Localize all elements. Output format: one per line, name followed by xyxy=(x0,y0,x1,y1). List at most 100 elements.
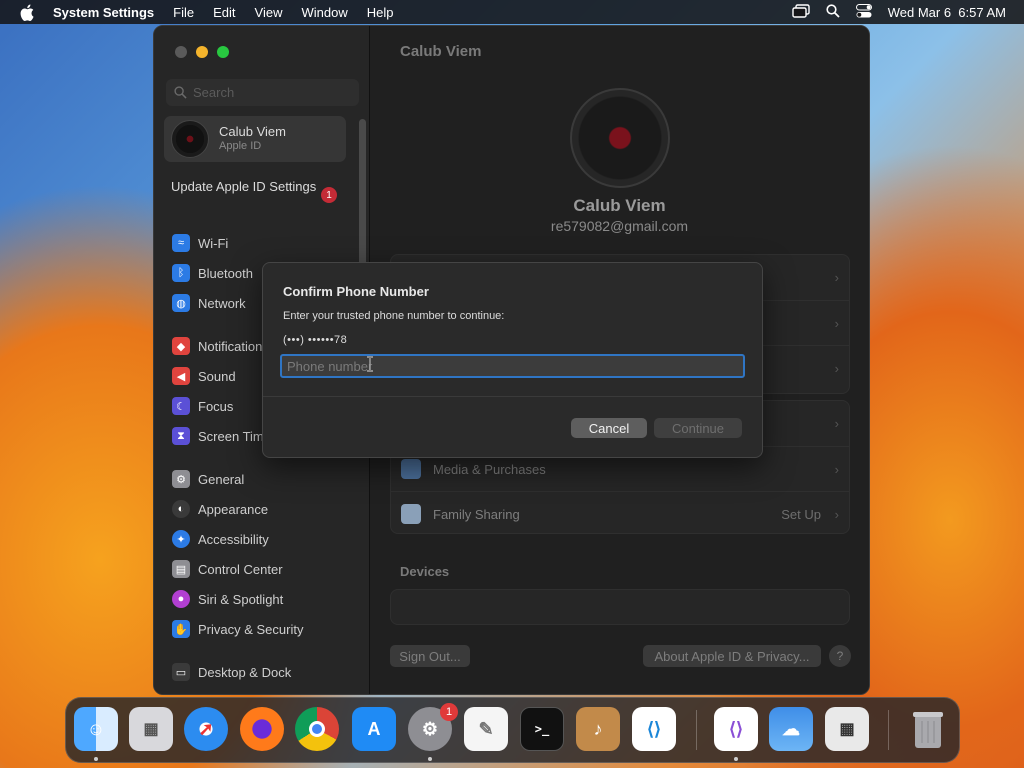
chevron-right-icon: › xyxy=(834,416,839,431)
profile-name: Calub Viem xyxy=(573,196,666,215)
speaker-icon: ◀ xyxy=(172,367,190,385)
sidebar-item-screen-time[interactable]: ⧗ Screen Time xyxy=(172,425,271,447)
sidebar-item-label: Siri & Spotlight xyxy=(198,591,284,607)
sidebar-item-network[interactable]: ◍ Network xyxy=(172,292,246,314)
cancel-button[interactable]: Cancel xyxy=(571,418,647,438)
sidebar-item-label: Accessibility xyxy=(198,531,269,547)
sidebar-item-label: Focus xyxy=(198,398,234,414)
control-center-icon[interactable] xyxy=(855,3,872,21)
help-button[interactable]: ? xyxy=(829,645,851,667)
sidebar-item-label: Screen Time xyxy=(198,428,271,444)
sidebar-item-label: Control Center xyxy=(198,561,283,577)
app-store-icon[interactable]: A xyxy=(352,707,396,751)
vscode-icon[interactable]: ⟨⟩ xyxy=(632,707,676,751)
sign-out-button[interactable]: Sign Out... xyxy=(390,645,470,667)
terminal-icon[interactable]: >_ xyxy=(520,707,564,751)
menu-help[interactable]: Help xyxy=(367,5,394,20)
accessibility-icon: ✦ xyxy=(172,530,190,548)
sidebar-item-label: Desktop & Dock xyxy=(198,664,292,680)
masked-phone-number: (•••) ••••••78 xyxy=(283,334,348,346)
minimize-button[interactable] xyxy=(196,46,208,58)
sidebar-item-appearance[interactable]: ◐ Appearance xyxy=(172,498,268,520)
menu-app-name[interactable]: System Settings xyxy=(53,5,154,20)
chevron-right-icon: › xyxy=(834,360,839,376)
menu-window[interactable]: Window xyxy=(301,5,347,20)
menu-view[interactable]: View xyxy=(255,5,283,20)
chrome-icon[interactable] xyxy=(295,707,339,751)
sidebar-item-bluetooth[interactable]: ᛒ Bluetooth xyxy=(172,262,253,284)
clock[interactable]: Wed Mar 6 6:57 AM xyxy=(888,5,1006,20)
safari-icon[interactable]: ➚ xyxy=(184,707,228,751)
divider xyxy=(263,396,762,397)
sidebar-search[interactable] xyxy=(166,79,359,106)
settings-badge: 1 xyxy=(440,703,458,721)
sidebar-item-sound[interactable]: ◀ Sound xyxy=(172,365,236,387)
sidebar-item-general[interactable]: ⚙ General xyxy=(172,468,244,490)
sidebar-item-focus[interactable]: ☾ Focus xyxy=(172,395,233,417)
sidebar-item-label: Bluetooth xyxy=(198,265,253,281)
close-button[interactable] xyxy=(175,46,187,58)
zoom-button[interactable] xyxy=(217,46,229,58)
hourglass-icon: ⧗ xyxy=(172,427,190,445)
row-label: Media & Purchases xyxy=(433,461,546,477)
control-center-icon: ▤ xyxy=(172,560,190,578)
window-controls xyxy=(175,46,229,58)
globe-icon: ◍ xyxy=(172,294,190,312)
family-icon xyxy=(401,504,421,524)
sidebar-item-label: General xyxy=(198,471,245,487)
row-label: Family Sharing xyxy=(433,506,520,522)
calculator-icon[interactable]: ▦ xyxy=(825,707,869,751)
running-indicator xyxy=(428,757,432,761)
sidebar-item-label: Privacy & Security xyxy=(198,621,304,637)
menu-edit[interactable]: Edit xyxy=(213,5,235,20)
phone-number-input[interactable] xyxy=(280,354,745,378)
launchpad-icon[interactable]: ▦ xyxy=(129,707,173,751)
textedit-icon[interactable]: ✎ xyxy=(464,707,508,751)
sidebar-item-apple-id[interactable]: Calub Viem Apple ID xyxy=(164,116,346,162)
chevron-right-icon: › xyxy=(834,315,839,331)
trash-icon[interactable] xyxy=(906,707,950,751)
chevron-right-icon: › xyxy=(834,506,839,522)
hand-icon: ✋ xyxy=(172,620,190,638)
apple-menu-icon[interactable] xyxy=(18,3,36,21)
profile-email: re579082@gmail.com xyxy=(550,218,689,234)
about-apple-id-button[interactable]: About Apple ID & Privacy... xyxy=(643,645,821,667)
running-indicator xyxy=(734,757,738,761)
sidebar-item-notifications[interactable]: ◆ Notifications xyxy=(172,335,269,357)
account-subtitle: Apple ID xyxy=(219,140,262,152)
search-input[interactable] xyxy=(193,85,343,100)
screen-mirroring-icon[interactable] xyxy=(792,3,810,21)
sidebar-item-wifi[interactable]: ≈ Wi-Fi xyxy=(172,232,228,254)
visual-studio-icon[interactable]: ⟨⟩ xyxy=(714,707,758,751)
wifi-icon: ≈ xyxy=(172,234,190,252)
running-indicator xyxy=(94,757,98,761)
sidebar-item-privacy-security[interactable]: ✋ Privacy & Security xyxy=(172,618,303,640)
account-name: Calub Viem xyxy=(219,124,286,139)
confirm-phone-dialog: Confirm Phone Number Enter your trusted … xyxy=(262,262,763,458)
sidebar-item-label: Wi-Fi xyxy=(198,235,229,251)
menu-file[interactable]: File xyxy=(173,5,194,20)
garageband-icon[interactable]: ♪ xyxy=(576,707,620,751)
appearance-icon: ◐ xyxy=(172,500,190,518)
avatar xyxy=(171,120,209,158)
sidebar-item-label: Network xyxy=(198,295,246,311)
sidebar-item-control-center[interactable]: ▤ Control Center xyxy=(172,558,283,580)
sidebar-item-desktop-dock[interactable]: ▭ Desktop & Dock xyxy=(172,661,291,683)
siri-icon: ● xyxy=(172,590,190,608)
sidebar-scrollbar[interactable] xyxy=(359,119,366,279)
continue-button[interactable]: Continue xyxy=(654,418,742,438)
spotlight-search-icon[interactable] xyxy=(826,3,840,21)
sidebar-item-siri-spotlight[interactable]: ● Siri & Spotlight xyxy=(172,588,283,610)
family-sharing-row[interactable]: Family Sharing Set Up › xyxy=(391,491,849,536)
moon-icon: ☾ xyxy=(172,397,190,415)
profile-avatar[interactable] xyxy=(570,88,670,188)
dock-separator xyxy=(888,710,889,750)
dock: ☺ ▦ ➚ A ⚙ 1 ✎ >_ ♪ ⟨⟩ ⟨⟩ ☁ ▦ xyxy=(65,697,960,763)
text-cursor-icon xyxy=(366,356,373,372)
weather-icon[interactable]: ☁ xyxy=(769,707,813,751)
sidebar-item-accessibility[interactable]: ✦ Accessibility xyxy=(172,528,269,550)
sidebar-item-label: Sound xyxy=(198,368,236,384)
finder-icon[interactable]: ☺ xyxy=(74,707,118,751)
firefox-icon[interactable] xyxy=(240,707,284,751)
dock-separator xyxy=(696,710,697,750)
